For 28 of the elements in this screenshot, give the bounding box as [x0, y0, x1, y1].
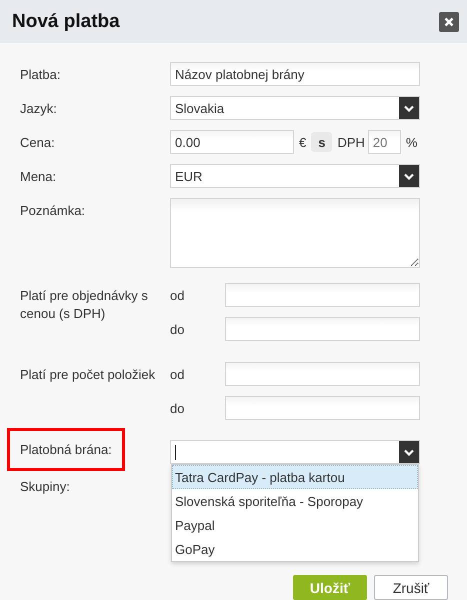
dropdown-option[interactable]: Tatra CardPay - platba kartou — [172, 465, 418, 489]
select-field[interactable]: EUR — [170, 164, 420, 188]
percent-label: % — [406, 134, 418, 150]
dialog-title: Nová platba — [12, 10, 120, 32]
cancel-button[interactable]: Zrušiť — [374, 575, 448, 600]
field-label: Jazyk: — [20, 100, 58, 118]
price-field[interactable]: 0.00 — [170, 130, 294, 154]
field-label: Platba: — [20, 66, 62, 84]
to-label: do — [170, 400, 186, 416]
dropdown-option[interactable]: Slovenská sporiteľňa - Sporopay — [172, 489, 418, 513]
vat-label: DPH — [337, 134, 365, 150]
to-label: do — [170, 322, 186, 336]
field-label: Mena: — [20, 168, 58, 186]
dropdown-option[interactable]: Paypal — [172, 513, 418, 537]
from-label: od — [170, 288, 186, 302]
field-label: Poznámka: — [20, 202, 86, 220]
field-label: Cena: — [20, 134, 56, 152]
field-label: Platí pre objednávky s cenou (s DPH) — [20, 287, 149, 323]
from-label: od — [170, 366, 186, 382]
field-label: Platobná brána: — [7, 428, 125, 471]
text-field[interactable]: Názov platobnej brány — [170, 62, 420, 86]
field-label: Platí pre počet položiek — [20, 366, 156, 384]
select-field[interactable]: Slovakia — [170, 96, 420, 120]
dropdown-option[interactable]: GoPay — [172, 537, 418, 561]
currency-label: € — [299, 134, 306, 150]
vat-toggle-button[interactable]: s — [311, 132, 332, 152]
field-label: Skupiny: — [20, 478, 71, 496]
vat-field[interactable]: 20 — [368, 130, 401, 154]
